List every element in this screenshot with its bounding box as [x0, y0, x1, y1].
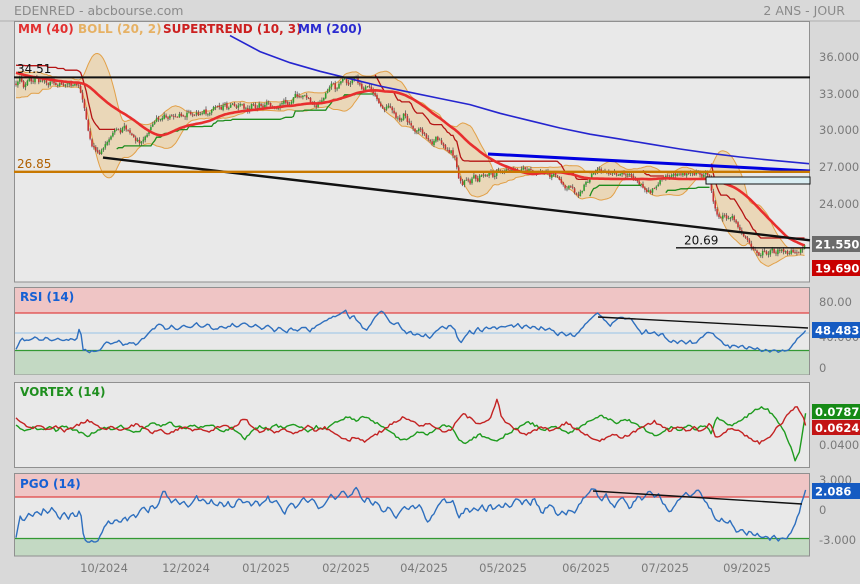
rsi-badge-text: 48.483 [815, 324, 859, 338]
price-axis-label: 24.000 [819, 197, 859, 211]
x-axis-label: 02/2025 [322, 561, 370, 575]
legend-mm200[interactable]: MM (200) [298, 22, 362, 36]
legend-boll[interactable]: BOLL (20, 2) [78, 22, 162, 36]
timeframe-label: 2 ANS - JOUR [763, 3, 845, 18]
chart-app: EDENRED - abcbourse.com 2 ANS - JOUR 34.… [0, 0, 860, 580]
pgo-axis-mid: 0 [819, 503, 826, 517]
x-axis-label: 05/2025 [479, 561, 527, 575]
x-axis-label: 06/2025 [562, 561, 610, 575]
price-axis-label: 33.000 [819, 87, 859, 101]
rsi-axis-bottom: 0 [819, 361, 826, 375]
x-axis-label: 01/2025 [242, 561, 290, 575]
low-label: 20.69 [684, 234, 718, 248]
alt-price-badge-text: 19.690 [815, 262, 859, 276]
pgo-upper-zone [15, 474, 809, 497]
resistance-label: 34.51 [17, 62, 51, 76]
rsi-overbought-zone [15, 288, 809, 313]
rsi-oversold-zone [15, 351, 809, 375]
x-axis-label: 07/2025 [641, 561, 689, 575]
pgo-badge-text: 2.086 [815, 485, 851, 499]
legend-supertrend[interactable]: SUPERTREND (10, 3) [163, 22, 302, 36]
app-title: EDENRED - abcbourse.com [14, 3, 183, 18]
last-price-badge-text: 21.550 [815, 238, 859, 252]
x-axis-label: 04/2025 [400, 561, 448, 575]
vortex-title: VORTEX (14) [20, 385, 105, 399]
price-axis-label: 27.000 [819, 160, 859, 174]
x-axis-label: 12/2024 [162, 561, 210, 575]
vortex-minus-badge-text: 0.0624 [815, 421, 859, 435]
vortex-axis-mid: 0.0400 [819, 438, 859, 452]
rsi-axis-top: 80.00 [819, 295, 852, 309]
rsi-title: RSI (14) [20, 290, 74, 304]
legend-mm40[interactable]: MM (40) [18, 22, 74, 36]
pgo-lower-zone [15, 539, 809, 556]
x-axis-label: 10/2024 [80, 561, 128, 575]
support-label: 26.85 [17, 157, 51, 171]
x-axis: 10/2024 12/2024 01/2025 02/2025 04/2025 … [80, 561, 771, 575]
pgo-title: PGO (14) [20, 477, 81, 491]
chart-canvas: EDENRED - abcbourse.com 2 ANS - JOUR 34.… [0, 0, 860, 580]
price-zone-box[interactable] [706, 177, 810, 184]
price-axis-label: 36.000 [819, 50, 859, 64]
x-axis-label: 09/2025 [723, 561, 771, 575]
price-axis-label: 30.000 [819, 123, 859, 137]
vortex-plus-badge-text: 0.0787 [815, 405, 859, 419]
pgo-axis-bottom: -3.000 [819, 533, 856, 547]
